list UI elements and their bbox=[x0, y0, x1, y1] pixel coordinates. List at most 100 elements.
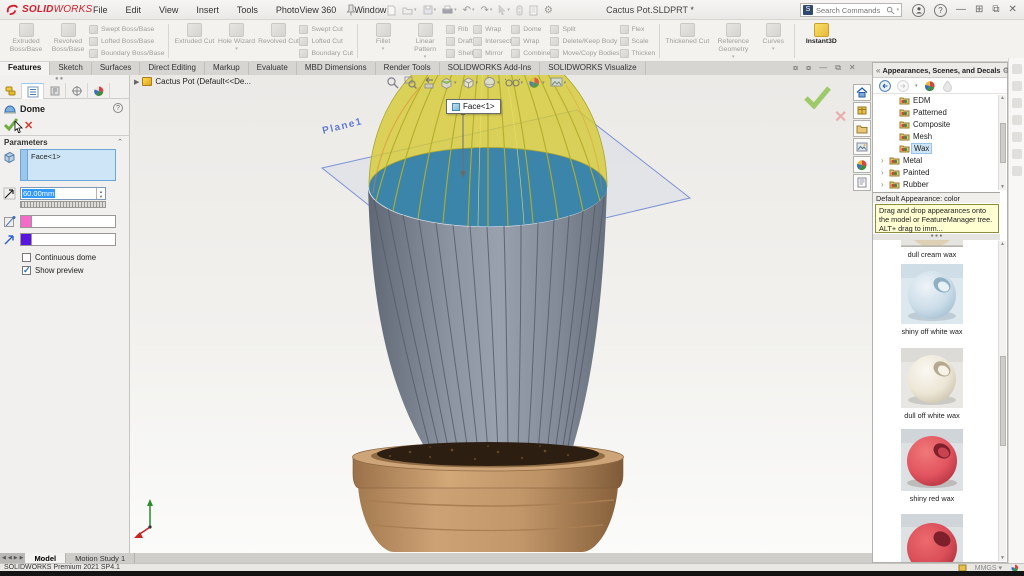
ghost-tab-icon[interactable] bbox=[1012, 166, 1022, 176]
continuous-dome-checkbox[interactable]: Continuous dome bbox=[22, 253, 96, 262]
tab-render-tools[interactable]: Render Tools bbox=[376, 62, 440, 75]
doc-close-button[interactable]: ✕ bbox=[849, 62, 856, 74]
tab-scroll-arrows[interactable]: ◀◀▶▶ bbox=[0, 553, 25, 563]
propertymanager-tab[interactable] bbox=[22, 83, 44, 99]
search-commands-box[interactable]: S ▾ bbox=[800, 3, 902, 17]
draft-button[interactable]: Draft bbox=[446, 36, 473, 46]
doc-prev-icon[interactable]: ⧇ bbox=[793, 62, 798, 74]
flex-button[interactable]: Flex bbox=[620, 24, 656, 34]
collapse-pane-icon[interactable]: « bbox=[876, 66, 880, 75]
checkbox-unchecked[interactable] bbox=[22, 253, 31, 262]
help-circle-icon[interactable]: ? bbox=[113, 103, 123, 113]
swatch-shiny-off-white-wax[interactable]: shiny off white wax bbox=[886, 264, 978, 336]
pin-menu-icon[interactable] bbox=[346, 4, 356, 16]
flyout-expand-icon[interactable]: ▶ bbox=[134, 78, 139, 86]
open-document-icon[interactable]: ▾ bbox=[402, 6, 417, 15]
home-icon[interactable]: ⌂ bbox=[375, 5, 381, 16]
featuremanager-tree-tab[interactable] bbox=[0, 83, 22, 99]
graphics-viewport[interactable]: ▶ Cactus Pot (Default<<De... ▾ ▾ ▾ ▾ ▾ ▾… bbox=[130, 75, 872, 553]
tab-solidworks-visualize[interactable]: SOLIDWORKS Visualize bbox=[540, 62, 645, 75]
extruded-boss-button[interactable]: Extruded Boss/Base bbox=[5, 21, 47, 61]
tab-surfaces[interactable]: Surfaces bbox=[92, 62, 141, 75]
expander-icon[interactable]: › bbox=[881, 180, 886, 189]
file-properties-icon[interactable] bbox=[529, 5, 538, 16]
boundary-boss-button[interactable]: Boundary Boss/Base bbox=[89, 48, 164, 58]
motion-study-tab[interactable]: Motion Study 1 bbox=[66, 553, 135, 563]
tab-mbd-dimensions[interactable]: MBD Dimensions bbox=[297, 62, 376, 75]
lofted-cut-button[interactable]: Lofted Cut bbox=[299, 36, 353, 46]
ghost-tab-icon[interactable] bbox=[1012, 98, 1022, 108]
undo-icon[interactable]: ↶▾ bbox=[463, 5, 475, 16]
tree-item-edm[interactable]: EDM bbox=[873, 94, 1000, 106]
swatch-dull-cream-wax[interactable]: dull cream wax bbox=[886, 240, 978, 259]
swatch-shiny-red-wax[interactable]: shiny red wax bbox=[886, 429, 978, 503]
menu-file[interactable]: File bbox=[84, 5, 117, 15]
reference-geometry-button[interactable]: Reference Geometry▾ bbox=[710, 21, 756, 61]
tab-solidworks-addins[interactable]: SOLIDWORKS Add-Ins bbox=[440, 62, 541, 75]
appearances-scenes-tab[interactable] bbox=[853, 156, 871, 173]
instant3d-button[interactable]: Instant3D bbox=[799, 21, 843, 61]
tree-item-metal[interactable]: ›Metal bbox=[873, 154, 1000, 166]
move-copy-bodies-button[interactable]: Move/Copy Bodies bbox=[550, 48, 619, 58]
search-scope-icon[interactable]: S bbox=[803, 5, 813, 15]
split-button[interactable]: Split bbox=[550, 24, 619, 34]
minimize-button[interactable]: — bbox=[956, 2, 966, 18]
tree-item-composite[interactable]: Composite bbox=[873, 118, 1000, 130]
design-library-tab[interactable] bbox=[853, 102, 871, 119]
close-button[interactable]: ✕ bbox=[1009, 2, 1017, 18]
tree-item-painted[interactable]: ›Painted bbox=[873, 166, 1000, 178]
linear-pattern-button[interactable]: Linear Pattern▾ bbox=[404, 21, 446, 61]
apply-scene-button[interactable]: ▾ bbox=[550, 76, 567, 89]
tree-item-patterned[interactable]: Patterned bbox=[873, 106, 1000, 118]
checkbox-checked[interactable] bbox=[22, 266, 31, 275]
tree-item-mesh[interactable]: Mesh bbox=[873, 130, 1000, 142]
tab-evaluate[interactable]: Evaluate bbox=[249, 62, 297, 75]
ghost-tab-icon[interactable] bbox=[1012, 81, 1022, 91]
combine-button[interactable]: Combine bbox=[511, 48, 550, 58]
scroll-thumb[interactable] bbox=[1000, 123, 1006, 163]
sketch-reference-field[interactable] bbox=[20, 215, 116, 228]
user-account-icon[interactable] bbox=[912, 4, 925, 17]
swept-cut-button[interactable]: Swept Cut bbox=[299, 24, 353, 34]
zoom-to-area-button[interactable] bbox=[404, 76, 417, 89]
display-manager-tab[interactable] bbox=[88, 83, 110, 99]
wrap-button[interactable]: Wrap bbox=[473, 24, 511, 34]
zoom-to-fit-button[interactable] bbox=[386, 76, 399, 89]
direction-reference-field[interactable] bbox=[20, 233, 116, 246]
expander-icon[interactable]: › bbox=[881, 156, 886, 165]
custom-properties-tab[interactable] bbox=[853, 174, 871, 191]
back-button[interactable] bbox=[879, 80, 891, 92]
doc-restore-button[interactable]: ⧉ bbox=[835, 62, 841, 74]
scale-button[interactable]: Scale bbox=[620, 36, 656, 46]
mirror-button[interactable]: Mirror bbox=[473, 48, 511, 58]
configuration-manager-tab[interactable] bbox=[44, 83, 66, 99]
ghost-tab-icon[interactable] bbox=[1012, 115, 1022, 125]
display-style-button[interactable]: ▾ bbox=[483, 76, 500, 89]
redo-icon[interactable]: ↷▾ bbox=[481, 5, 493, 16]
rib-button[interactable]: Rib bbox=[446, 24, 473, 34]
ghost-tab-icon[interactable] bbox=[1012, 64, 1022, 74]
ghost-tab-icon[interactable] bbox=[1012, 149, 1022, 159]
dimxpert-tab[interactable] bbox=[66, 83, 88, 99]
confirmation-ok-button[interactable] bbox=[802, 85, 832, 109]
model-tab[interactable]: Model bbox=[25, 553, 66, 563]
history-dropdown-icon[interactable]: ▾ bbox=[915, 83, 918, 89]
panel-grip[interactable]: ●● bbox=[55, 76, 64, 82]
dome-distance-field[interactable]: 60.00mm ▲▼ bbox=[20, 187, 106, 200]
tab-sketch[interactable]: Sketch bbox=[50, 62, 91, 75]
new-document-icon[interactable] bbox=[387, 5, 396, 16]
search-dropdown-icon[interactable]: ▾ bbox=[896, 7, 899, 13]
thickened-cut-button[interactable]: Thickened Cut bbox=[664, 21, 710, 61]
menu-edit[interactable]: Edit bbox=[117, 5, 151, 15]
swatch-dull-red-wax-partial[interactable] bbox=[886, 514, 978, 562]
menu-insert[interactable]: Insert bbox=[187, 5, 228, 15]
menu-view[interactable]: View bbox=[150, 5, 187, 15]
confirmation-cancel-button[interactable]: ✕ bbox=[834, 107, 847, 127]
edit-appearance-button[interactable]: ▾ bbox=[528, 76, 545, 89]
select-icon[interactable]: ▾ bbox=[498, 5, 510, 15]
dome-button[interactable]: Dome bbox=[511, 24, 550, 34]
view-palette-tab[interactable] bbox=[853, 138, 871, 155]
maximize-button[interactable]: ⊞ bbox=[975, 2, 983, 18]
swept-boss-button[interactable]: Swept Boss/Base bbox=[89, 24, 164, 34]
thumbwheel-slider[interactable] bbox=[20, 201, 106, 208]
